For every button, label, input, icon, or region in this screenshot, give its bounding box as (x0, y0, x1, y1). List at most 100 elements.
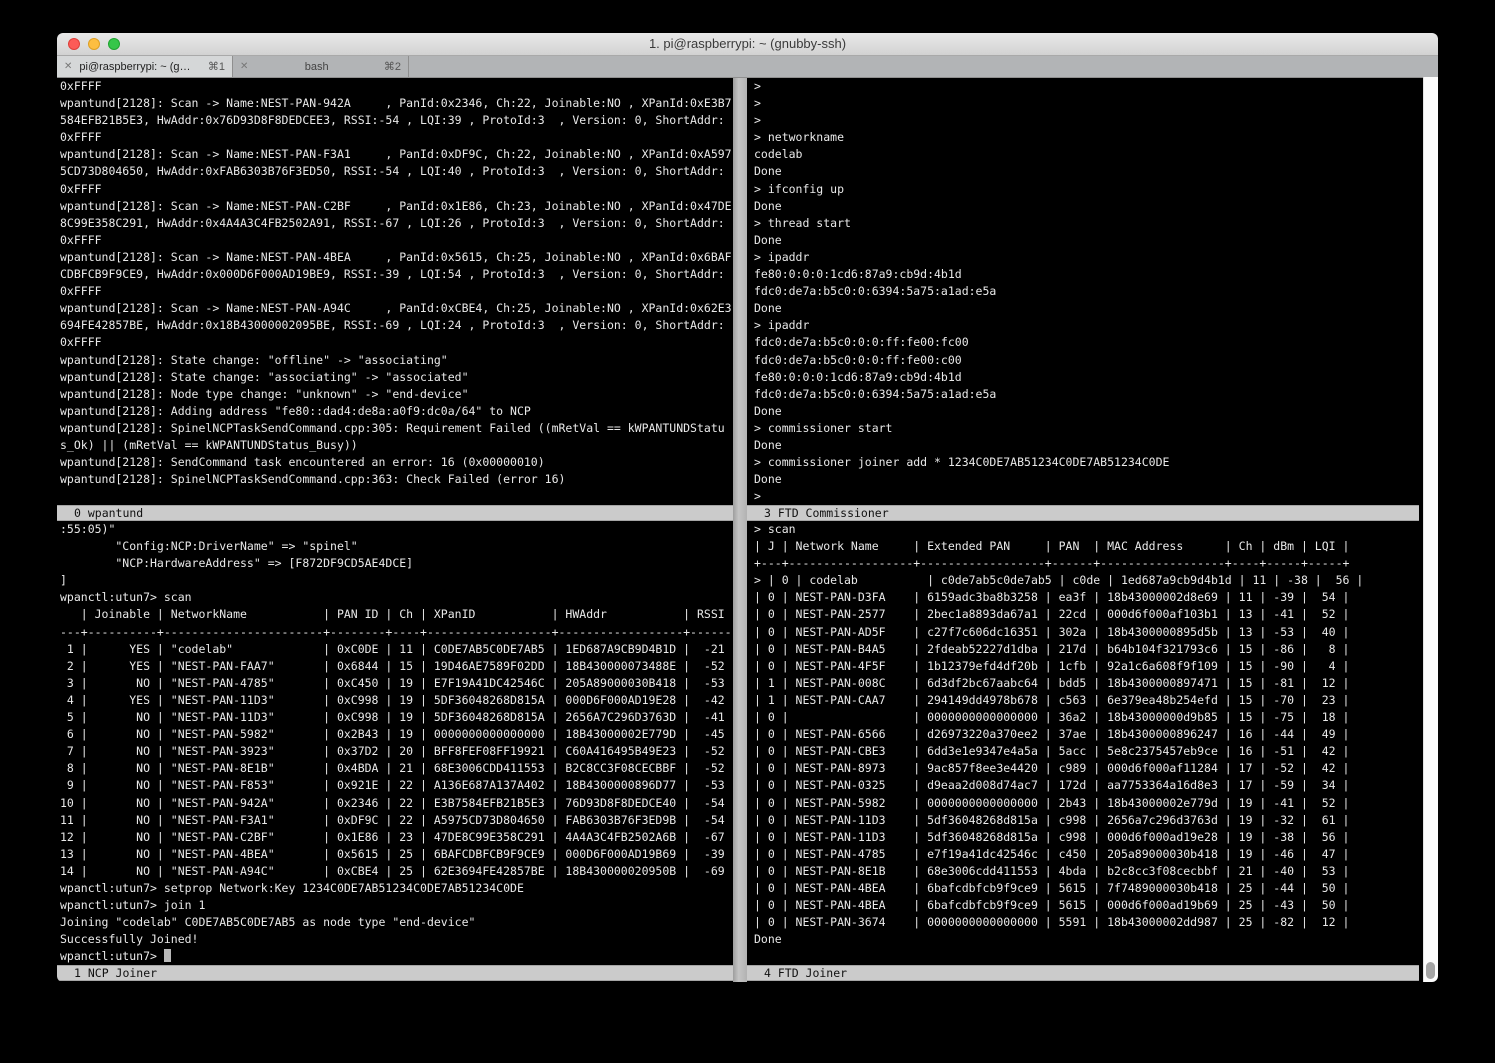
pane-ncp-joiner[interactable]: :55:05)" "Config:NCP:DriverName" => "spi… (57, 521, 736, 965)
terminal-line: | Joinable | NetworkName | PAN ID | Ch |… (60, 606, 736, 623)
terminal-line: 6 | NO | "NEST-PAN-5982" | 0x2B43 | 19 |… (60, 726, 736, 743)
terminal-line: Done (754, 232, 1438, 249)
terminal-line: wpantund[2128]: Scan -> Name:NEST-PAN-C2… (60, 198, 736, 215)
terminal-line: | J | Network Name | Extended PAN | PAN … (754, 538, 1438, 555)
terminal-line: fe80:0:0:0:1cd6:87a9:cb9d:4b1d (754, 369, 1438, 386)
close-window-button[interactable] (68, 38, 80, 50)
terminal-line: wpantund[2128]: Scan -> Name:NEST-PAN-94… (60, 95, 736, 112)
terminal-line: Done (754, 437, 1438, 454)
terminal-line: Joining "codelab" C0DE7AB5C0DE7AB5 as no… (60, 914, 736, 931)
terminal-line: ] (60, 572, 736, 589)
terminal-line: > ifconfig up (754, 181, 1438, 198)
terminal-line: 7 | NO | "NEST-PAN-3923" | 0x37D2 | 20 |… (60, 743, 736, 760)
terminal-line: wpanctl:utun7> setprop Network:Key 1234C… (60, 880, 736, 897)
terminal-line: 8C99E358C291, HwAddr:0x4A4A3C4FB2502A91,… (60, 215, 736, 232)
terminal-line: 14 | NO | "NEST-PAN-A94C" | 0xCBE4 | 25 … (60, 863, 736, 880)
tab-label: bash (255, 61, 377, 73)
terminal-line: "Config:NCP:DriverName" => "spinel" (60, 538, 736, 555)
pane-title-wpantund[interactable]: 0 wpantund (57, 505, 733, 521)
pane-ftd-joiner[interactable]: > scan| J | Network Name | Extended PAN … (747, 521, 1438, 965)
terminal-line: | 0 | NEST-PAN-4BEA | 6bafcdbfcb9f9ce9 |… (754, 880, 1438, 897)
pane-title-ftd-commissioner[interactable]: 3 FTD Commissioner (747, 505, 1419, 521)
terminal-line: fdc0:de7a:b5c0:0:0:ff:fe00:c00 (754, 352, 1438, 369)
terminal-line: 0xFFFF (60, 232, 736, 249)
terminal-line: 0xFFFF (60, 129, 736, 146)
window-title: 1. pi@raspberrypi: ~ (gnubby-ssh) (57, 33, 1438, 55)
terminal-line: wpantund[2128]: Node type change: "unkno… (60, 386, 736, 403)
terminal-line: s_Ok) || (mRetVal == kWPANTUNDStatus_Bus… (60, 437, 736, 454)
terminal-line: 5 | NO | "NEST-PAN-11D3" | 0xC998 | 19 |… (60, 709, 736, 726)
terminal-line: | 0 | NEST-PAN-3674 | 0000000000000000 |… (754, 914, 1438, 931)
terminal-line: fdc0:de7a:b5c0:0:6394:5a75:a1ad:e5a (754, 283, 1438, 300)
terminal-line: | 0 | | 0000000000000000 | 36a2 | 18b430… (754, 709, 1438, 726)
tab-ssh-session[interactable]: ✕ pi@raspberrypi: ~ (g… ⌘1 (57, 56, 233, 77)
terminal-line: Done (754, 403, 1438, 420)
terminal-line: | 0 | NEST-PAN-5982 | 0000000000000000 |… (754, 795, 1438, 812)
scrollbar-thumb[interactable] (1426, 962, 1435, 979)
scrollbar-track[interactable] (1423, 77, 1438, 982)
terminal-line: :55:05)" (60, 521, 736, 538)
terminal-line: wpantund[2128]: Adding address "fe80::da… (60, 403, 736, 420)
terminal-line: wpantund[2128]: Scan -> Name:NEST-PAN-A9… (60, 300, 736, 317)
terminal-line: wpantund[2128]: State change: "associati… (60, 369, 736, 386)
terminal-line: Done (754, 198, 1438, 215)
tab-bash[interactable]: ✕ bash ⌘2 (233, 56, 409, 77)
terminal-line: 694FE42857BE, HwAddr:0x18B43000002095BE,… (60, 317, 736, 334)
terminal-line: | 0 | NEST-PAN-4785 | e7f19a41dc42546c |… (754, 846, 1438, 863)
terminal-line: wpantund[2128]: State change: "offline" … (60, 352, 736, 369)
terminal-line: | 0 | NEST-PAN-0325 | d9eaa2d008d74ac7 |… (754, 777, 1438, 794)
terminal-line: > ipaddr (754, 249, 1438, 266)
terminal-line: | 1 | NEST-PAN-CAA7 | 294149dd4978b678 |… (754, 692, 1438, 709)
terminal-line: > commissioner start (754, 420, 1438, 437)
terminal-line: > networkname (754, 129, 1438, 146)
terminal-line: | 0 | NEST-PAN-11D3 | 5df36048268d815a |… (754, 812, 1438, 829)
terminal-line: > (754, 78, 1438, 95)
shell-prompt: wpanctl:utun7> (60, 949, 164, 963)
prompt-line: wpanctl:utun7> (60, 948, 736, 965)
terminal-line: 5CD73D804650, HwAddr:0xFAB6303B76F3ED50,… (60, 163, 736, 180)
terminal-line: 12 | NO | "NEST-PAN-C2BF" | 0x1E86 | 23 … (60, 829, 736, 846)
terminal-line: wpantund[2128]: Scan -> Name:NEST-PAN-F3… (60, 146, 736, 163)
tab-close-icon[interactable]: ✕ (240, 61, 248, 72)
terminal-line: 4 | YES | "NEST-PAN-11D3" | 0xC998 | 19 … (60, 692, 736, 709)
terminal-line: | 0 | NEST-PAN-4F5F | 1b12379efd4df20b |… (754, 658, 1438, 675)
terminal-line: Done (754, 931, 1438, 948)
tab-label: pi@raspberrypi: ~ (g… (79, 61, 201, 73)
terminal-line: Successfully Joined! (60, 931, 736, 948)
pane-title-ncp-joiner[interactable]: 1 NCP Joiner (57, 965, 733, 981)
terminal-line: wpanctl:utun7> join 1 (60, 897, 736, 914)
terminal-line: > scan (754, 521, 1438, 538)
terminal-line: 0xFFFF (60, 181, 736, 198)
terminal-line: +---+------------------+----------------… (754, 555, 1438, 572)
terminal-line: wpantund[2128]: SpinelNCPTaskSendCommand… (60, 471, 736, 488)
terminal-content: 0xFFFFwpantund[2128]: Scan -> Name:NEST-… (57, 78, 1438, 982)
terminal-line: wpantund[2128]: Scan -> Name:NEST-PAN-4B… (60, 249, 736, 266)
terminal-line: 2 | YES | "NEST-PAN-FAA7" | 0x6844 | 15 … (60, 658, 736, 675)
pane-title-ftd-joiner[interactable]: 4 FTD Joiner (747, 965, 1419, 981)
terminal-line: Done (754, 163, 1438, 180)
terminal-line: 1 | YES | "codelab" | 0xC0DE | 11 | C0DE… (60, 641, 736, 658)
terminal-line: | 0 | NEST-PAN-6566 | d26973220a370ee2 |… (754, 726, 1438, 743)
terminal-window: 1. pi@raspberrypi: ~ (gnubby-ssh) ✕ pi@r… (57, 33, 1438, 982)
terminal-line: 584EFB21B5E3, HwAddr:0x76D93D8F8DEDCEE3,… (60, 112, 736, 129)
terminal-line: ---+----------+-----------------------+-… (60, 624, 736, 641)
terminal-line: 0xFFFF (60, 283, 736, 300)
terminal-line: "NCP:HardwareAddress" => [F872DF9CD5AE4D… (60, 555, 736, 572)
terminal-line: | 0 | NEST-PAN-D3FA | 6159adc3ba8b3258 |… (754, 589, 1438, 606)
minimize-window-button[interactable] (88, 38, 100, 50)
pane-divider[interactable] (733, 78, 747, 982)
zoom-window-button[interactable] (108, 38, 120, 50)
pane-wpantund-log[interactable]: 0xFFFFwpantund[2128]: Scan -> Name:NEST-… (57, 78, 736, 505)
pane-ftd-commissioner[interactable]: >>>> networknamecodelabDone> ifconfig up… (747, 78, 1438, 505)
terminal-line: wpantund[2128]: SendCommand task encount… (60, 454, 736, 471)
terminal-line: | 0 | NEST-PAN-8E1B | 68e3006cdd411553 |… (754, 863, 1438, 880)
tab-shortcut: ⌘2 (384, 60, 401, 73)
terminal-line: Done (754, 471, 1438, 488)
terminal-line: 3 | NO | "NEST-PAN-4785" | 0xC450 | 19 |… (60, 675, 736, 692)
terminal-line: wpantund[2128]: SpinelNCPTaskSendCommand… (60, 420, 736, 437)
terminal-line: | 0 | NEST-PAN-CBE3 | 6dd3e1e9347e4a5a |… (754, 743, 1438, 760)
window-titlebar[interactable]: 1. pi@raspberrypi: ~ (gnubby-ssh) (57, 33, 1438, 56)
terminal-line: wpanctl:utun7> scan (60, 589, 736, 606)
terminal-line: Done (754, 300, 1438, 317)
tab-close-icon[interactable]: ✕ (64, 61, 72, 72)
